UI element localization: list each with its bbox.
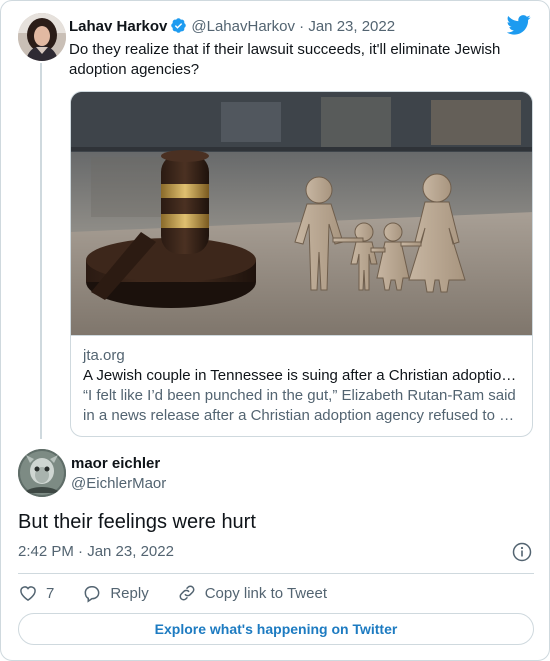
like-button[interactable]: 7 — [18, 583, 54, 603]
like-count: 7 — [46, 584, 55, 602]
avatar[interactable] — [18, 449, 66, 497]
tweet-date[interactable]: Jan 23, 2022 — [308, 18, 395, 35]
link-description: “I felt like I’d been punched in the gut… — [83, 387, 516, 424]
author-name[interactable]: Lahav Harkov — [69, 18, 167, 35]
link-title: A Jewish couple in Tennessee is suing af… — [83, 367, 517, 384]
reply-label: Reply — [110, 584, 149, 602]
author-handle[interactable]: @EichlerMaor — [71, 474, 166, 494]
reply-bubble-icon — [84, 586, 100, 603]
link-preview-meta: jta.org A Jewish couple in Tennessee is … — [71, 335, 532, 436]
copy-link-button[interactable]: Copy link to Tweet — [177, 583, 327, 603]
reply-button[interactable]: Reply — [82, 583, 149, 603]
embedded-tweet-card: Lahav Harkov @LahavHarkov · Jan 23, 2022 … — [0, 0, 550, 661]
copy-link-label: Copy link to Tweet — [204, 584, 327, 602]
link-domain: jta.org — [83, 347, 125, 364]
thread-connector-line — [40, 63, 42, 439]
verified-badge-icon — [170, 17, 187, 39]
explore-twitter-button[interactable]: Explore what's happening on Twitter — [18, 613, 534, 645]
twitter-bird-icon[interactable] — [506, 15, 531, 40]
link-preview-card[interactable]: jta.org A Jewish couple in Tennessee is … — [70, 91, 533, 437]
link-preview-image — [71, 92, 532, 335]
parent-tweet[interactable]: Lahav Harkov @LahavHarkov · Jan 23, 2022 … — [1, 1, 549, 441]
tweet-actions: 7 Reply Copy link to Tweet — [18, 580, 355, 606]
parent-tweet-text: Do they realize that if their lawsuit su… — [69, 41, 501, 78]
author-handle[interactable]: @LahavHarkov — [191, 18, 295, 35]
tweet-timestamp[interactable]: 2:42 PM · Jan 23, 2022 — [18, 542, 174, 562]
avatar[interactable] — [18, 13, 66, 61]
separator-dot: · — [299, 18, 305, 35]
divider — [18, 573, 534, 574]
author-name[interactable]: maor eichler — [71, 454, 160, 474]
heart-icon — [20, 586, 36, 601]
link-icon — [179, 585, 195, 601]
info-icon[interactable] — [512, 542, 532, 562]
parent-tweet-header: Lahav Harkov @LahavHarkov · Jan 23, 2022 — [69, 17, 395, 39]
tweet-text: But their feelings were hurt — [18, 511, 256, 533]
